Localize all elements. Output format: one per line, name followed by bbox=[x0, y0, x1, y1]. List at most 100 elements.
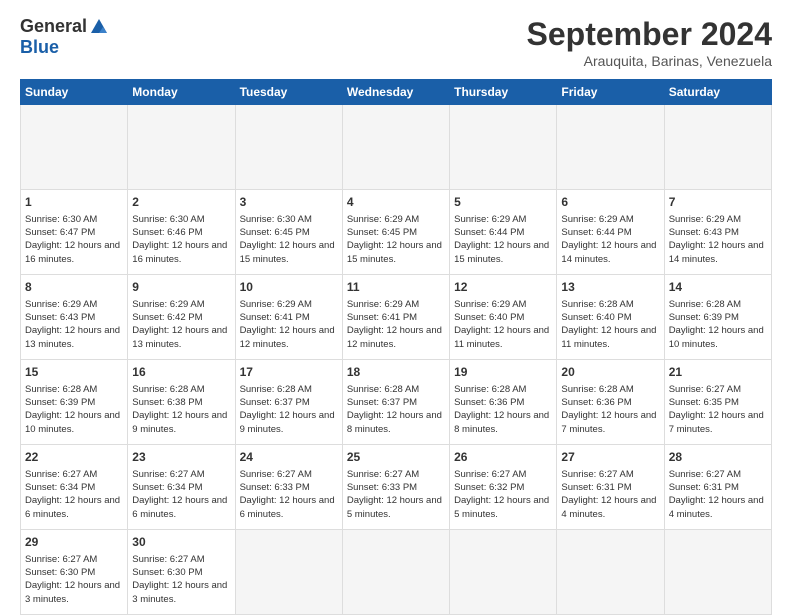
day-number: 14 bbox=[669, 279, 767, 296]
calendar-week-2: 8 Sunrise: 6:29 AM Sunset: 6:43 PM Daylight… bbox=[21, 275, 772, 360]
calendar-week-5: 29Sunrise: 6:27 AMSunset: 6:30 PMDayligh… bbox=[21, 530, 772, 615]
day-number: 30 bbox=[132, 534, 230, 551]
sunrise-text: Sunrise: 6:29 AM bbox=[240, 299, 312, 310]
daylight-text: Daylight: 12 hours and 15 minutes. bbox=[240, 240, 335, 264]
calendar-cell: 21Sunrise: 6:27 AMSunset: 6:35 PMDayligh… bbox=[664, 360, 771, 445]
logo: General Blue bbox=[20, 16, 109, 58]
calendar-cell: 25Sunrise: 6:27 AMSunset: 6:33 PMDayligh… bbox=[342, 445, 449, 530]
sunrise-text: Sunrise: 6:30 AM bbox=[132, 214, 204, 225]
sunset-text: Sunset: 6:44 PM bbox=[561, 227, 631, 238]
calendar-cell: 14Sunrise: 6:28 AMSunset: 6:39 PMDayligh… bbox=[664, 275, 771, 360]
calendar-cell: 27Sunrise: 6:27 AMSunset: 6:31 PMDayligh… bbox=[557, 445, 664, 530]
sunrise-text: Sunrise: 6:27 AM bbox=[25, 469, 97, 480]
calendar-cell: 1Sunrise: 6:30 AMSunset: 6:47 PMDaylight… bbox=[21, 190, 128, 275]
header: General Blue September 2024 Arauquita, B… bbox=[20, 16, 772, 69]
day-number: 25 bbox=[347, 449, 445, 466]
day-number: 29 bbox=[25, 534, 123, 551]
sunrise-text: Sunrise: 6:28 AM bbox=[25, 384, 97, 395]
sunset-text: Sunset: 6:33 PM bbox=[347, 482, 417, 493]
calendar-cell: 28Sunrise: 6:27 AMSunset: 6:31 PMDayligh… bbox=[664, 445, 771, 530]
sunrise-text: Sunrise: 6:28 AM bbox=[132, 384, 204, 395]
sunset-text: Sunset: 6:40 PM bbox=[561, 312, 631, 323]
day-number: 23 bbox=[132, 449, 230, 466]
sunset-text: Sunset: 6:41 PM bbox=[347, 312, 417, 323]
calendar-cell bbox=[557, 105, 664, 190]
col-friday: Friday bbox=[557, 80, 664, 105]
logo-blue: Blue bbox=[20, 37, 59, 57]
calendar-cell bbox=[21, 105, 128, 190]
daylight-text: Daylight: 12 hours and 8 minutes. bbox=[347, 410, 442, 434]
sunset-text: Sunset: 6:40 PM bbox=[454, 312, 524, 323]
sunset-text: Sunset: 6:34 PM bbox=[25, 482, 95, 493]
sunset-text: Sunset: 6:34 PM bbox=[132, 482, 202, 493]
sunset-text: Sunset: 6:31 PM bbox=[669, 482, 739, 493]
calendar-cell: 30Sunrise: 6:27 AMSunset: 6:30 PMDayligh… bbox=[128, 530, 235, 615]
calendar-cell: 7Sunrise: 6:29 AMSunset: 6:43 PMDaylight… bbox=[664, 190, 771, 275]
sunrise-text: Sunrise: 6:27 AM bbox=[561, 469, 633, 480]
sunrise-text: Sunrise: 6:28 AM bbox=[347, 384, 419, 395]
calendar-cell: 24Sunrise: 6:27 AMSunset: 6:33 PMDayligh… bbox=[235, 445, 342, 530]
calendar-week-1: 1Sunrise: 6:30 AMSunset: 6:47 PMDaylight… bbox=[21, 190, 772, 275]
calendar-cell: 20Sunrise: 6:28 AMSunset: 6:36 PMDayligh… bbox=[557, 360, 664, 445]
logo-general: General bbox=[20, 16, 87, 37]
daylight-text: Daylight: 12 hours and 3 minutes. bbox=[132, 580, 227, 604]
sunset-text: Sunset: 6:35 PM bbox=[669, 397, 739, 408]
day-number: 26 bbox=[454, 449, 552, 466]
daylight-text: Daylight: 12 hours and 7 minutes. bbox=[561, 410, 656, 434]
sunrise-text: Sunrise: 6:28 AM bbox=[561, 384, 633, 395]
sunset-text: Sunset: 6:47 PM bbox=[25, 227, 95, 238]
sunrise-text: Sunrise: 6:28 AM bbox=[454, 384, 526, 395]
day-number: 5 bbox=[454, 194, 552, 211]
calendar-cell: 26Sunrise: 6:27 AMSunset: 6:32 PMDayligh… bbox=[450, 445, 557, 530]
sunrise-text: Sunrise: 6:30 AM bbox=[25, 214, 97, 225]
day-number: 8 bbox=[25, 279, 123, 296]
daylight-text: Daylight: 12 hours and 10 minutes. bbox=[669, 325, 764, 349]
sunrise-text: Sunrise: 6:29 AM bbox=[454, 214, 526, 225]
sunset-text: Sunset: 6:36 PM bbox=[561, 397, 631, 408]
daylight-text: Daylight: 12 hours and 4 minutes. bbox=[669, 495, 764, 519]
calendar-cell: 9Sunrise: 6:29 AMSunset: 6:42 PMDaylight… bbox=[128, 275, 235, 360]
daylight-text: Daylight: 12 hours and 14 minutes. bbox=[561, 240, 656, 264]
sunrise-text: Sunrise: 6:29 AM bbox=[347, 214, 419, 225]
daylight-text: Daylight: 12 hours and 15 minutes. bbox=[347, 240, 442, 264]
calendar-cell bbox=[557, 530, 664, 615]
sunset-text: Sunset: 6:45 PM bbox=[240, 227, 310, 238]
col-tuesday: Tuesday bbox=[235, 80, 342, 105]
calendar-cell: 11Sunrise: 6:29 AMSunset: 6:41 PMDayligh… bbox=[342, 275, 449, 360]
day-number: 17 bbox=[240, 364, 338, 381]
day-number: 16 bbox=[132, 364, 230, 381]
sunset-text: Sunset: 6:38 PM bbox=[132, 397, 202, 408]
daylight-text: Daylight: 12 hours and 5 minutes. bbox=[347, 495, 442, 519]
calendar-cell: 6Sunrise: 6:29 AMSunset: 6:44 PMDaylight… bbox=[557, 190, 664, 275]
calendar-cell: 4Sunrise: 6:29 AMSunset: 6:45 PMDaylight… bbox=[342, 190, 449, 275]
calendar-week-3: 15Sunrise: 6:28 AMSunset: 6:39 PMDayligh… bbox=[21, 360, 772, 445]
daylight-text: Daylight: 12 hours and 13 minutes. bbox=[132, 325, 227, 349]
daylight-text: Daylight: 12 hours and 3 minutes. bbox=[25, 580, 120, 604]
daylight-text: Daylight: 12 hours and 5 minutes. bbox=[454, 495, 549, 519]
calendar-cell: 29Sunrise: 6:27 AMSunset: 6:30 PMDayligh… bbox=[21, 530, 128, 615]
sunset-text: Sunset: 6:43 PM bbox=[25, 312, 95, 323]
daylight-text: Daylight: 12 hours and 13 minutes. bbox=[25, 325, 120, 349]
sunrise-text: Sunrise: 6:27 AM bbox=[669, 384, 741, 395]
sunset-text: Sunset: 6:30 PM bbox=[25, 567, 95, 578]
day-number: 24 bbox=[240, 449, 338, 466]
page: General Blue September 2024 Arauquita, B… bbox=[0, 0, 792, 612]
daylight-text: Daylight: 12 hours and 15 minutes. bbox=[454, 240, 549, 264]
daylight-text: Daylight: 12 hours and 6 minutes. bbox=[240, 495, 335, 519]
sunset-text: Sunset: 6:32 PM bbox=[454, 482, 524, 493]
day-number: 10 bbox=[240, 279, 338, 296]
calendar-cell bbox=[342, 530, 449, 615]
sunset-text: Sunset: 6:46 PM bbox=[132, 227, 202, 238]
daylight-text: Daylight: 12 hours and 6 minutes. bbox=[132, 495, 227, 519]
day-number: 9 bbox=[132, 279, 230, 296]
calendar-cell bbox=[450, 105, 557, 190]
sunrise-text: Sunrise: 6:29 AM bbox=[132, 299, 204, 310]
calendar-cell: 3Sunrise: 6:30 AMSunset: 6:45 PMDaylight… bbox=[235, 190, 342, 275]
day-number: 22 bbox=[25, 449, 123, 466]
daylight-text: Daylight: 12 hours and 8 minutes. bbox=[454, 410, 549, 434]
sunrise-text: Sunrise: 6:27 AM bbox=[240, 469, 312, 480]
daylight-text: Daylight: 12 hours and 9 minutes. bbox=[132, 410, 227, 434]
calendar-cell: 18Sunrise: 6:28 AMSunset: 6:37 PMDayligh… bbox=[342, 360, 449, 445]
calendar-cell: 10Sunrise: 6:29 AMSunset: 6:41 PMDayligh… bbox=[235, 275, 342, 360]
day-number: 12 bbox=[454, 279, 552, 296]
